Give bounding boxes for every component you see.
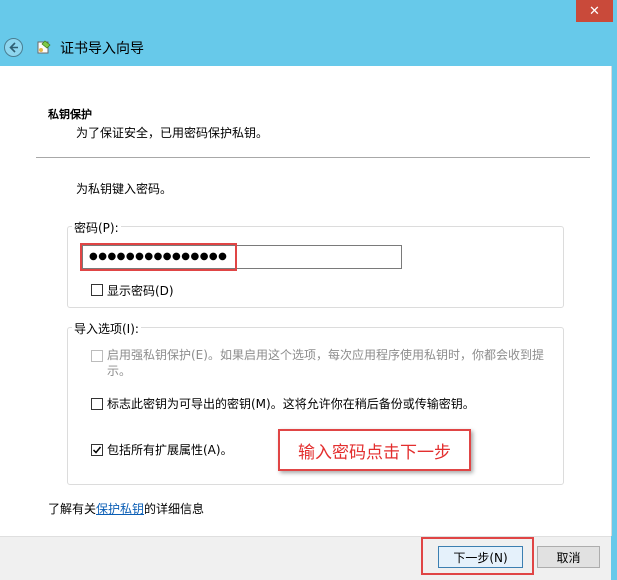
exportable-key-checkbox[interactable] — [91, 398, 103, 410]
learn-more-text: 了解有关保护私钥的详细信息 — [48, 500, 204, 517]
checkmark-icon — [92, 446, 102, 454]
extended-properties-checkbox[interactable] — [91, 444, 103, 456]
exportable-key-label[interactable]: 标志此密钥为可导出的密钥(M)。这将允许你在稍后备份或传输密钥。 — [107, 395, 475, 412]
section-heading: 私钥保护 — [48, 108, 92, 121]
strong-protection-checkbox[interactable] — [91, 350, 103, 362]
password-label: 密码(P): — [72, 219, 121, 236]
close-icon: ✕ — [589, 3, 600, 19]
close-button[interactable]: ✕ — [576, 0, 613, 22]
cancel-button[interactable]: 取消 — [537, 546, 600, 568]
password-prompt: 为私钥键入密码。 — [76, 182, 173, 196]
extended-properties-label[interactable]: 包括所有扩展属性(A)。 — [107, 441, 233, 458]
strong-protection-label[interactable]: 启用强私钥保护(E)。如果启用这个选项，每次应用程序使用私钥时，你都会收到提示。 — [107, 347, 557, 379]
show-password-checkbox[interactable] — [91, 284, 103, 296]
show-password-label[interactable]: 显示密码(D) — [107, 282, 174, 299]
section-description: 为了保证安全，已用密码保护私钥。 — [76, 126, 269, 140]
password-highlight-box — [80, 243, 237, 271]
back-arrow-icon — [9, 42, 18, 53]
next-highlight-box — [421, 537, 534, 575]
annotation-callout: 输入密码点击下一步 — [278, 429, 471, 471]
wizard-title: 证书导入向导 — [60, 41, 144, 57]
learn-more-suffix: 的详细信息 — [144, 502, 205, 516]
learn-more-link[interactable]: 保护私钥 — [96, 502, 144, 516]
certificate-wizard-icon — [36, 39, 52, 55]
import-options-label: 导入选项(I): — [72, 320, 141, 337]
back-button[interactable] — [4, 38, 23, 57]
divider — [36, 157, 590, 158]
learn-more-prefix: 了解有关 — [48, 502, 97, 516]
